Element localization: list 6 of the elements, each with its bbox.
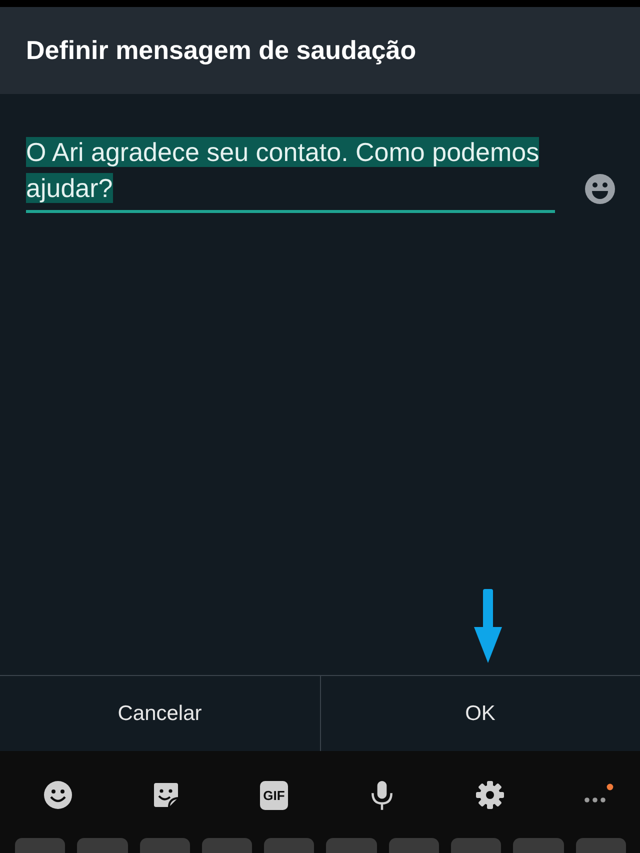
sticker-icon[interactable] <box>151 780 181 810</box>
gif-button[interactable]: GIF <box>260 780 288 810</box>
dialog-title: Definir mensagem de saudação <box>26 35 416 66</box>
emoji-icon[interactable] <box>43 780 73 810</box>
emoji-icon[interactable] <box>584 173 616 205</box>
settings-icon[interactable] <box>475 780 505 810</box>
